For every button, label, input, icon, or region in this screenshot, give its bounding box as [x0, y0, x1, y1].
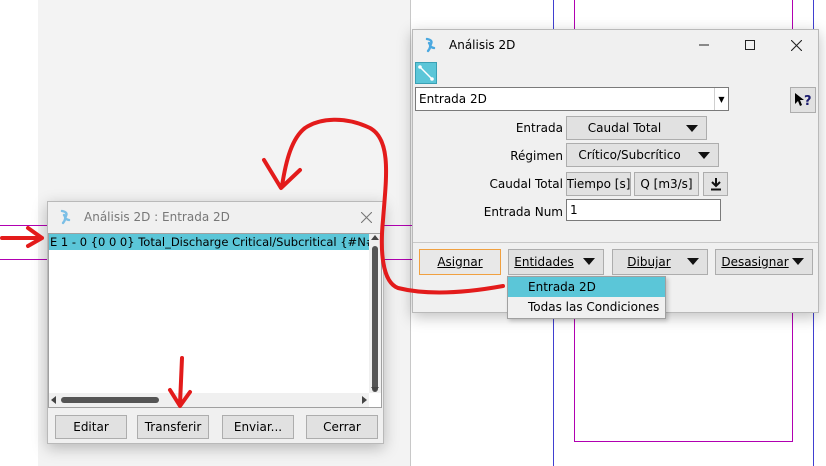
- canvas-line: [574, 441, 793, 442]
- draw-button-label: Dibujar: [627, 255, 671, 269]
- entrada-dropdown[interactable]: Caudal Total: [566, 116, 707, 140]
- window-title: Análisis 2D: [449, 38, 516, 52]
- chevron-down-icon: [687, 258, 699, 265]
- svg-text:?: ?: [804, 94, 812, 109]
- title-bar: Análisis 2D : Entrada 2D: [48, 202, 383, 232]
- discharge-unit-button[interactable]: Q [m3/s]: [634, 172, 699, 196]
- transfer-button-label: Transferir: [144, 420, 202, 434]
- condition-combo[interactable]: Entrada 2D ▼: [415, 87, 729, 111]
- app-logo-icon: [423, 37, 439, 53]
- annotation-left-arrow: [0, 226, 44, 248]
- time-unit-label: Tiempo [s]: [566, 177, 631, 191]
- entities-menu: Entrada 2D Todas las Condiciones: [507, 276, 666, 319]
- entrada-dropdown-value: Caudal Total: [587, 121, 662, 135]
- import-button[interactable]: [703, 172, 728, 196]
- window-title: Análisis 2D : Entrada 2D: [84, 210, 230, 224]
- edit-button-label: Editar: [73, 420, 109, 434]
- maximize-button[interactable]: [727, 30, 773, 60]
- transfer-button[interactable]: Transferir: [137, 415, 209, 439]
- vertical-scrollbar[interactable]: [369, 234, 381, 393]
- scroll-down-icon[interactable]: [371, 387, 379, 392]
- context-help-icon: ?: [795, 93, 812, 109]
- edit-button[interactable]: Editar: [55, 415, 127, 439]
- draw-button[interactable]: Dibujar: [612, 249, 708, 275]
- condition-list[interactable]: E 1 - 0 {0 0 0} Total_Discharge Critical…: [48, 233, 382, 408]
- condition-combo-value: Entrada 2D: [419, 92, 487, 106]
- caudal-total-label: Caudal Total: [489, 177, 563, 191]
- scroll-left-icon[interactable]: [51, 396, 56, 404]
- close-list-button-label: Cerrar: [323, 420, 361, 434]
- scroll-thumb[interactable]: [61, 397, 159, 403]
- regimen-dropdown-value: Crítico/Subcrítico: [578, 148, 681, 162]
- analysis-2d-window: Análisis 2D Entrada 2D ▼ ? Entrada Cauda…: [412, 29, 819, 313]
- canvas-line: [410, 0, 411, 466]
- regimen-label: Régimen: [510, 149, 563, 163]
- divider: [413, 242, 818, 243]
- canvas-line: [380, 259, 412, 260]
- entrada-num-label: Entrada Num: [483, 205, 563, 219]
- chevron-down-icon: [583, 258, 595, 265]
- chevron-down-icon[interactable]: ▼: [714, 88, 728, 110]
- assign-button-label: Asignar: [437, 255, 483, 269]
- list-item[interactable]: E 1 - 0 {0 0 0} Total_Discharge Critical…: [49, 234, 381, 250]
- entities-button[interactable]: Entidades: [508, 249, 604, 275]
- discharge-unit-label: Q [m3/s]: [640, 177, 693, 191]
- context-help-button[interactable]: ?: [790, 87, 816, 113]
- send-button-label: Enviar...: [233, 420, 283, 434]
- title-bar: Análisis 2D: [413, 30, 818, 60]
- menu-item-all-conditions[interactable]: Todas las Condiciones: [508, 297, 665, 317]
- chevron-down-icon: [792, 258, 804, 265]
- entrada-label: Entrada: [515, 121, 563, 135]
- entrada-num-value: 1: [570, 203, 578, 217]
- unassign-button-label: Desasignar: [721, 255, 789, 269]
- chevron-down-icon: [698, 152, 710, 159]
- chevron-down-icon: [686, 125, 698, 132]
- entities-button-label: Entidades: [514, 255, 574, 269]
- time-unit-button[interactable]: Tiempo [s]: [566, 172, 631, 196]
- minimize-button[interactable]: [681, 30, 727, 60]
- regimen-dropdown[interactable]: Crítico/Subcrítico: [566, 143, 719, 167]
- scroll-up-icon[interactable]: [371, 235, 379, 240]
- app-logo-icon: [58, 209, 74, 225]
- entrada-num-field[interactable]: 1: [566, 199, 721, 221]
- close-list-button[interactable]: Cerrar: [306, 415, 378, 439]
- close-button[interactable]: [773, 30, 819, 60]
- horizontal-scrollbar[interactable]: [49, 393, 369, 407]
- draw-line-tool-icon[interactable]: [415, 62, 437, 84]
- close-button[interactable]: [346, 202, 386, 232]
- condition-list-window: Análisis 2D : Entrada 2D E 1 - 0 {0 0 0}…: [47, 201, 384, 444]
- scroll-thumb[interactable]: [372, 246, 378, 392]
- menu-item-entrada-2d[interactable]: Entrada 2D: [508, 277, 665, 297]
- send-button[interactable]: Enviar...: [222, 415, 294, 439]
- assign-button[interactable]: Asignar: [419, 249, 501, 275]
- unassign-button[interactable]: Desasignar: [715, 249, 813, 275]
- download-icon: [710, 178, 721, 191]
- scroll-right-icon[interactable]: [362, 396, 367, 404]
